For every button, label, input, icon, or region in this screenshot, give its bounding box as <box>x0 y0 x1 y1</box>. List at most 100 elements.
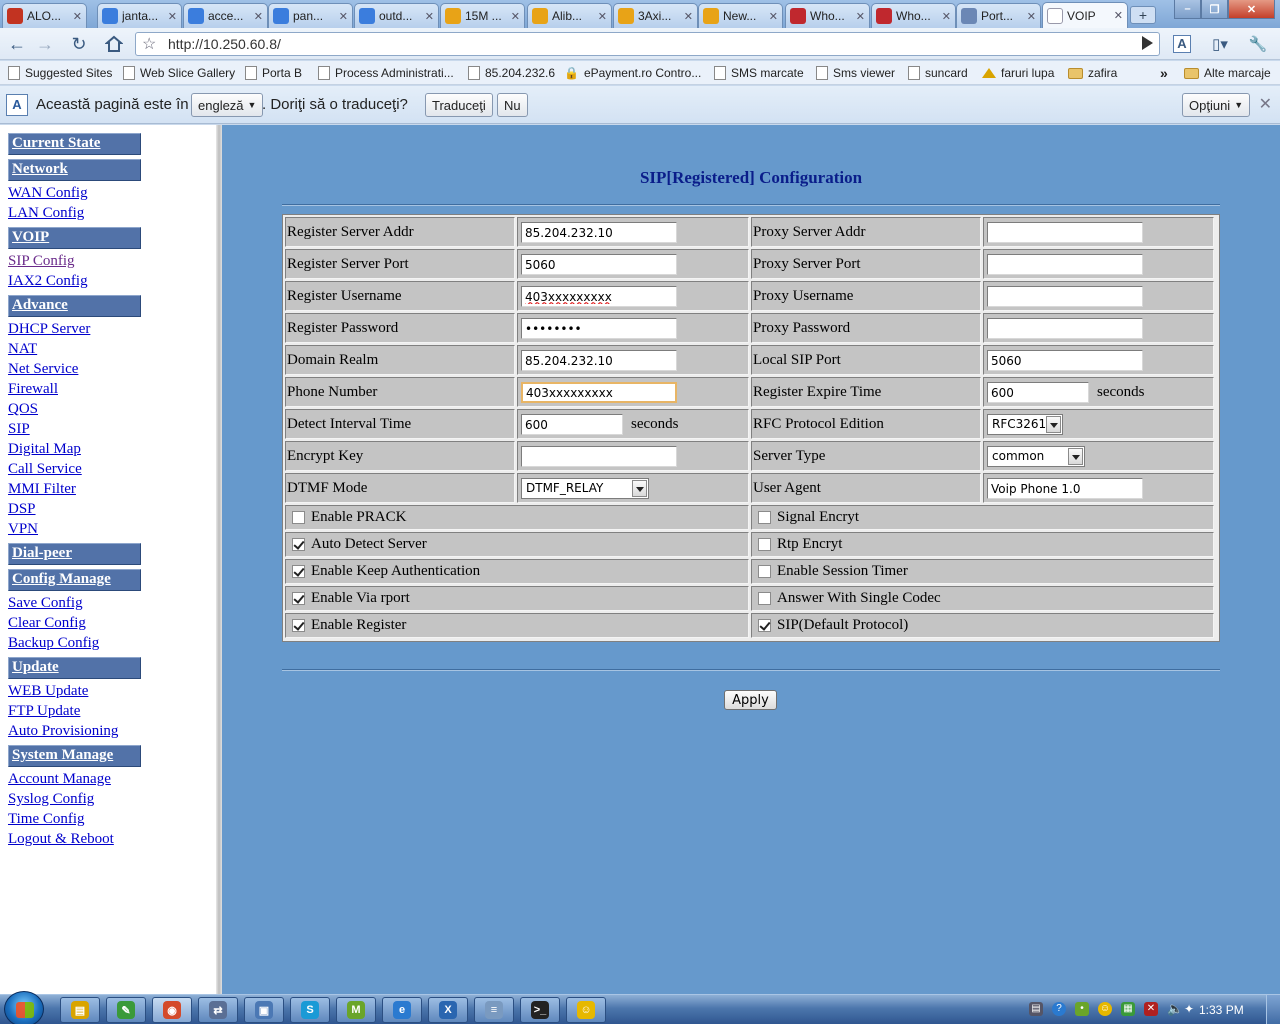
user-agent-input[interactable] <box>987 478 1143 499</box>
tray-network-icon[interactable]: ▦ <box>1121 1002 1135 1016</box>
sidebar-section-config-manage[interactable]: Config Manage <box>8 569 141 591</box>
tab-close-icon[interactable]: ✕ <box>1114 9 1123 22</box>
sidebar-item-ftp-update[interactable]: FTP Update <box>8 703 80 720</box>
close-infobar-icon[interactable]: ✕ <box>1259 94 1272 114</box>
browser-tab[interactable]: Alib... ✕ <box>527 3 612 28</box>
domain-realm-input[interactable] <box>521 350 677 371</box>
browser-tab[interactable]: janta... ✕ <box>97 3 182 28</box>
enable-session-timer-checkbox[interactable] <box>758 565 771 578</box>
bookmark-item[interactable]: Porta B <box>245 64 302 82</box>
sidebar-item-qos[interactable]: QOS <box>8 401 38 418</box>
local-sip-port-input[interactable] <box>987 350 1143 371</box>
new-tab-button[interactable]: + <box>1130 6 1156 24</box>
sidebar-item-save-config[interactable]: Save Config <box>8 595 83 612</box>
sidebar-item-backup-config[interactable]: Backup Config <box>8 635 99 652</box>
sidebar-item-iax2-config[interactable]: IAX2 Config <box>8 273 88 290</box>
forward-button[interactable]: → <box>32 32 58 56</box>
register-expire-time-input[interactable] <box>987 382 1089 403</box>
sidebar-section-dial-peer[interactable]: Dial-peer <box>8 543 141 565</box>
sidebar-section-network[interactable]: Network <box>8 159 141 181</box>
other-bookmarks-folder[interactable]: Alte marcaje <box>1184 64 1271 82</box>
back-button[interactable]: ← <box>4 32 30 56</box>
taskbar-app-button[interactable]: ▣ <box>244 997 284 1023</box>
bookmark-item[interactable]: 85.204.232.6 <box>468 64 555 82</box>
tab-close-icon[interactable]: ✕ <box>254 10 263 23</box>
enable-prack-checkbox[interactable] <box>292 511 305 524</box>
bookmark-item[interactable]: Web Slice Gallery <box>123 64 235 82</box>
register-password-input[interactable] <box>521 318 677 339</box>
taskbar-app-button[interactable]: ⇄ <box>198 997 238 1023</box>
tab-close-icon[interactable]: ✕ <box>1027 10 1036 23</box>
detect-interval-time-input[interactable] <box>521 414 623 435</box>
taskbar-app-button[interactable]: ▤ <box>60 997 100 1023</box>
tab-close-icon[interactable]: ✕ <box>769 10 778 23</box>
sidebar-item-nat[interactable]: NAT <box>8 341 37 358</box>
tab-close-icon[interactable]: ✕ <box>168 10 177 23</box>
register-username-input[interactable] <box>521 286 677 307</box>
apply-button[interactable]: Apply <box>724 690 777 710</box>
browser-tab[interactable]: Who... ✕ <box>871 3 956 28</box>
taskbar-app-button[interactable]: ◉ <box>152 997 192 1023</box>
bookmark-item[interactable]: Suggested Sites <box>8 64 112 82</box>
proxy-server-addr-input[interactable] <box>987 222 1143 243</box>
sidebar-item-vpn[interactable]: VPN <box>8 521 38 538</box>
tray-help-icon[interactable]: ? <box>1052 1002 1066 1016</box>
enable-keep-authentication-checkbox[interactable] <box>292 565 305 578</box>
taskbar-clock[interactable]: 1:33 PM <box>1199 1003 1244 1017</box>
sidebar-section-current-state[interactable]: Current State <box>8 133 141 155</box>
bookmark-item[interactable]: SMS marcate <box>714 64 804 82</box>
sidebar-item-net-service[interactable]: Net Service <box>8 361 78 378</box>
server-type-select[interactable]: common <box>987 446 1085 467</box>
signal-encryt-checkbox[interactable] <box>758 511 771 524</box>
address-bar[interactable]: ☆ <box>135 32 1160 56</box>
sidebar-item-dsp[interactable]: DSP <box>8 501 36 518</box>
minimize-button[interactable]: – <box>1174 0 1201 19</box>
tab-close-icon[interactable]: ✕ <box>73 10 82 23</box>
sidebar-item-web-update[interactable]: WEB Update <box>8 683 88 700</box>
sidebar-item-logout-reboot[interactable]: Logout & Reboot <box>8 831 114 848</box>
bookmark-item[interactable]: suncard <box>908 64 968 82</box>
enable-via-rport-checkbox[interactable] <box>292 592 305 605</box>
rtp-encryt-checkbox[interactable] <box>758 538 771 551</box>
tab-close-icon[interactable]: ✕ <box>339 10 348 23</box>
sidebar-item-syslog-config[interactable]: Syslog Config <box>8 791 94 808</box>
translate-page-button[interactable]: A <box>1169 32 1195 56</box>
sidebar-section-update[interactable]: Update <box>8 657 141 679</box>
bookmark-item[interactable]: faruri lupa <box>982 64 1054 82</box>
sidebar-item-sip-config[interactable]: SIP Config <box>8 253 75 270</box>
tab-close-icon[interactable]: ✕ <box>942 10 951 23</box>
sidebar-item-time-config[interactable]: Time Config <box>8 811 85 828</box>
auto-detect-server-checkbox[interactable] <box>292 538 305 551</box>
sidebar-section-link[interactable]: Dial-peer <box>12 545 72 562</box>
sidebar-item-digital-map[interactable]: Digital Map <box>8 441 81 458</box>
show-desktop-button[interactable] <box>1266 995 1280 1024</box>
taskbar-app-button[interactable]: e <box>382 997 422 1023</box>
home-button[interactable] <box>101 32 127 56</box>
browser-tab[interactable]: Port... ✕ <box>956 3 1041 28</box>
tray-messenger-icon[interactable]: • <box>1075 1002 1089 1016</box>
browser-tab[interactable]: Who... ✕ <box>785 3 870 28</box>
enable-register-checkbox[interactable] <box>292 619 305 632</box>
maximize-button[interactable]: ❐ <box>1201 0 1228 19</box>
encrypt-key-input[interactable] <box>521 446 677 467</box>
tab-close-icon[interactable]: ✕ <box>684 10 693 23</box>
proxy-server-port-input[interactable] <box>987 254 1143 275</box>
bookmarks-overflow-chevron[interactable]: » <box>1160 64 1168 82</box>
taskbar-app-button[interactable]: M <box>336 997 376 1023</box>
tab-close-icon[interactable]: ✕ <box>425 10 434 23</box>
tray-emoticon-icon[interactable]: ☺ <box>1098 1002 1112 1016</box>
browser-tab[interactable]: outd... ✕ <box>354 3 439 28</box>
sidebar-section-link[interactable]: Network <box>12 161 68 178</box>
taskbar-app-button[interactable]: >_ <box>520 997 560 1023</box>
taskbar-app-button[interactable]: S <box>290 997 330 1023</box>
sidebar-section-voip[interactable]: VOIP <box>8 227 141 249</box>
tray-app-icon[interactable]: ▤ <box>1029 1002 1043 1016</box>
sidebar-section-link[interactable]: Advance <box>12 297 68 314</box>
sidebar-section-link[interactable]: System Manage <box>12 747 113 764</box>
phone-number-input[interactable] <box>521 382 677 403</box>
browser-tab[interactable]: ALO... ✕ <box>2 3 87 28</box>
no-translate-button[interactable]: Nu <box>497 93 528 117</box>
sidebar-item-mmi-filter[interactable]: MMI Filter <box>8 481 76 498</box>
taskbar-app-button[interactable]: ≡ <box>474 997 514 1023</box>
bookmark-star-icon[interactable]: ☆ <box>142 34 156 54</box>
